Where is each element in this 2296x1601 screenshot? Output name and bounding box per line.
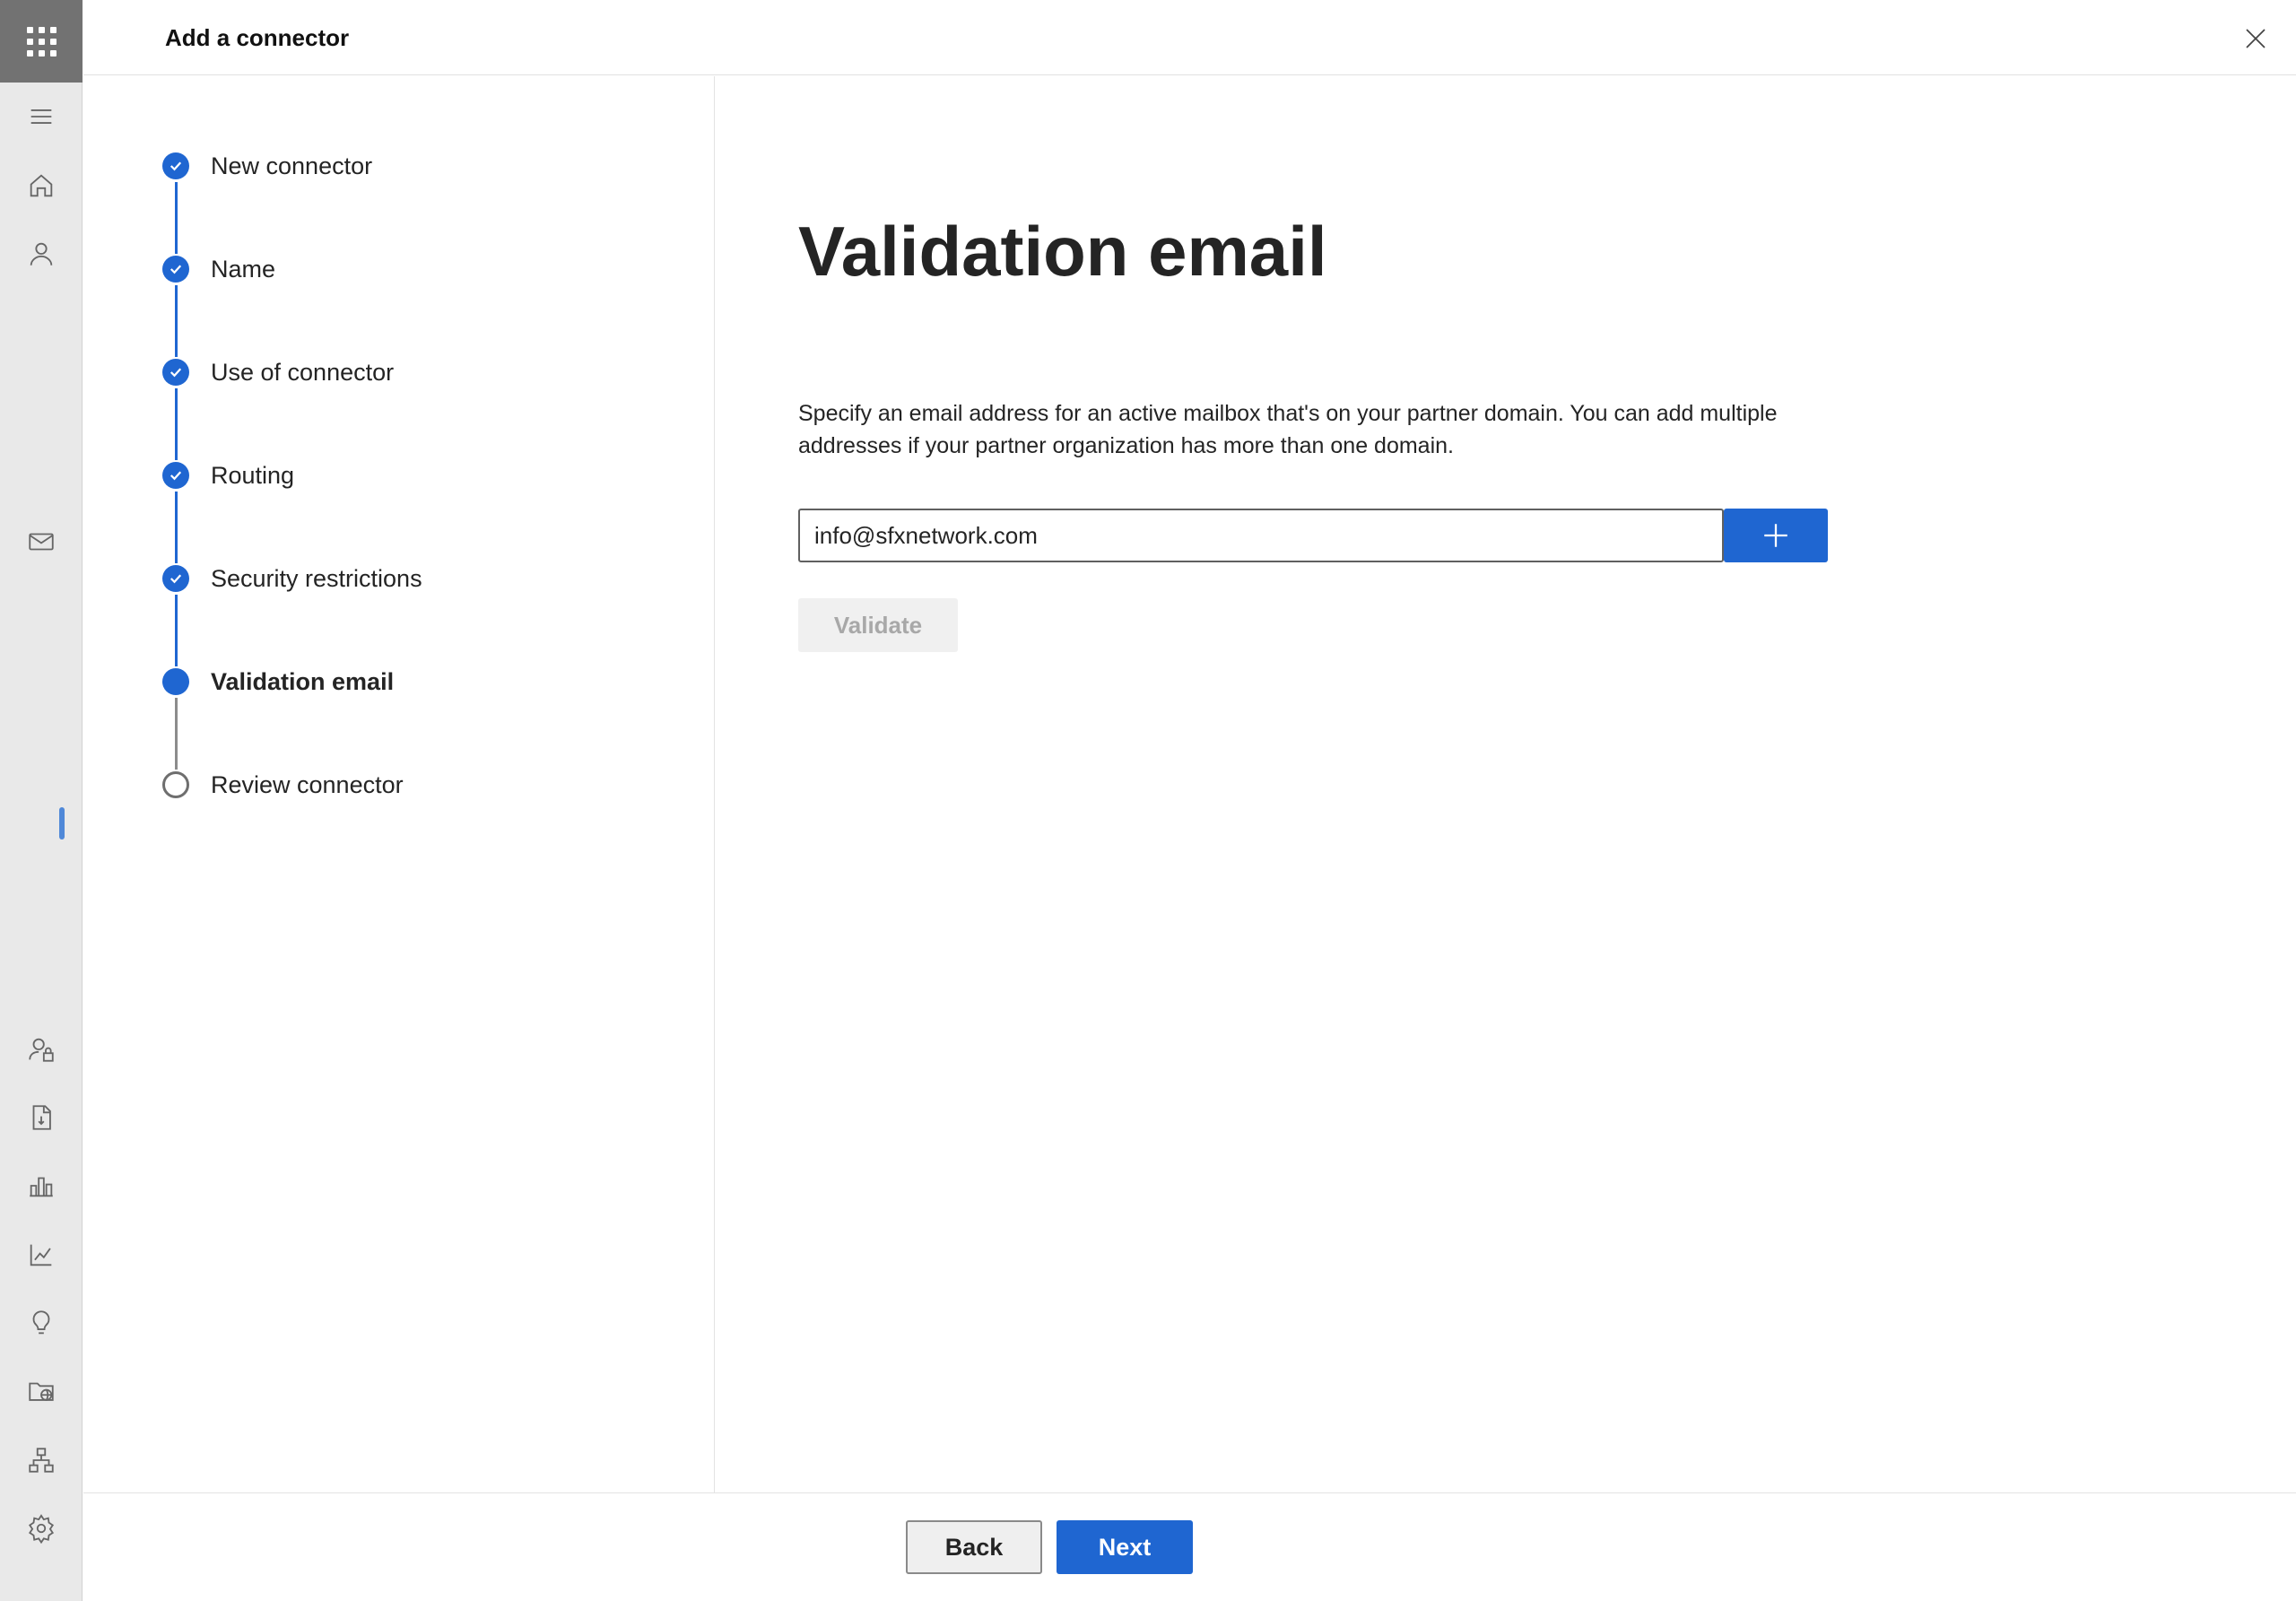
step-label: Validation email xyxy=(211,667,395,695)
step-label: Use of connector xyxy=(211,358,395,386)
wizard-steps: New connector Name Use of connector Rout… xyxy=(83,76,715,1492)
panel-header: Add a connector xyxy=(83,0,2296,75)
lightbulb-icon[interactable] xyxy=(23,1305,59,1341)
close-button[interactable] xyxy=(2237,20,2274,57)
next-button[interactable]: Next xyxy=(1057,1520,1193,1574)
email-input[interactable] xyxy=(798,509,1724,562)
app-rail xyxy=(0,0,83,1601)
step-label: Name xyxy=(211,255,276,283)
step-label: Security restrictions xyxy=(211,564,422,592)
step-security-restrictions[interactable]: Security restrictions xyxy=(162,561,422,596)
pending-step-circle-icon xyxy=(162,771,189,798)
trend-chart-icon[interactable] xyxy=(23,1237,59,1273)
user-icon[interactable] xyxy=(23,236,59,272)
checkmark-icon xyxy=(162,565,189,592)
step-use-of-connector[interactable]: Use of connector xyxy=(162,354,394,390)
step-new-connector[interactable]: New connector xyxy=(162,148,372,184)
step-connector xyxy=(175,595,178,666)
checkmark-icon xyxy=(162,462,189,489)
mail-icon[interactable] xyxy=(23,524,59,560)
step-connector xyxy=(175,182,178,254)
home-icon[interactable] xyxy=(23,168,59,204)
wizard-footer: Back Next xyxy=(83,1492,2296,1601)
step-review-connector[interactable]: Review connector xyxy=(162,767,404,803)
bar-chart-icon[interactable] xyxy=(23,1168,59,1204)
menu-icon[interactable] xyxy=(23,99,59,135)
waffle-icon xyxy=(26,26,57,57)
org-chart-icon[interactable] xyxy=(23,1442,59,1478)
app-launcher-button[interactable] xyxy=(0,0,83,83)
rail-selection-indicator xyxy=(59,807,65,840)
checkmark-icon xyxy=(162,359,189,386)
step-routing[interactable]: Routing xyxy=(162,457,294,493)
step-connector xyxy=(175,285,178,357)
step-connector xyxy=(175,388,178,460)
close-icon xyxy=(2246,29,2266,48)
step-connector xyxy=(175,698,178,770)
settings-icon[interactable] xyxy=(23,1510,59,1546)
checkmark-icon xyxy=(162,152,189,179)
description-text: Specify an email address for an active m… xyxy=(798,401,1778,458)
add-email-button[interactable] xyxy=(1724,509,1828,562)
page-title: Validation email xyxy=(798,212,1327,291)
validate-button[interactable]: Validate xyxy=(798,598,958,652)
folder-globe-icon[interactable] xyxy=(23,1373,59,1409)
step-validation-email[interactable]: Validation email xyxy=(162,664,394,700)
step-label: Review connector xyxy=(211,770,404,798)
plus-icon xyxy=(1764,524,1787,547)
user-lock-icon[interactable] xyxy=(23,1031,59,1067)
step-label: New connector xyxy=(211,152,373,179)
step-label: Routing xyxy=(211,461,295,489)
back-button[interactable]: Back xyxy=(906,1520,1042,1574)
current-step-dot-icon xyxy=(162,668,189,695)
step-connector xyxy=(175,492,178,563)
step-name[interactable]: Name xyxy=(162,251,275,287)
report-icon[interactable] xyxy=(23,1100,59,1135)
panel-title: Add a connector xyxy=(165,24,350,51)
checkmark-icon xyxy=(162,256,189,283)
